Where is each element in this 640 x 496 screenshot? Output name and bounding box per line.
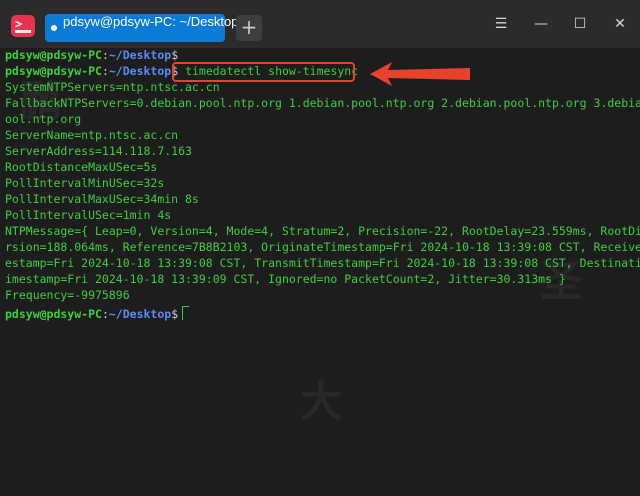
prompt-dollar: $ <box>171 307 179 321</box>
output-line: NTPMessage={ Leap=0, Version=4, Mode=4, … <box>5 224 640 238</box>
text-cursor <box>182 306 190 320</box>
output-line: SystemNTPServers=ntp.ntsc.ac.cn <box>5 80 220 94</box>
output-line: ServerAddress=114.118.7.163 <box>5 144 192 158</box>
output-line: PollIntervalUSec=1min 4s <box>5 208 172 222</box>
output-line: PollIntervalMinUSec=32s <box>5 176 165 190</box>
prompt-dollar: $ <box>171 48 179 62</box>
prompt-user: pdsyw@pdsyw-PC <box>5 307 102 321</box>
maximize-icon[interactable]: ☐ <box>570 16 590 36</box>
terminal-prompt-glyph: > <box>15 17 23 31</box>
watermark-decoration: 大 <box>300 377 343 426</box>
active-prompt-line: pdsyw@pdsyw-PC:~/Desktop$ <box>5 306 190 322</box>
tab-terminal[interactable]: pdsyw@pdsyw-PC: ~/Desktop <box>45 14 238 42</box>
tab-label: pdsyw@pdsyw-PC: ~/Desktop <box>63 14 239 29</box>
prompt-colon: : <box>101 48 109 62</box>
prompt-line: pdsyw@pdsyw-PC:~/Desktop$ <box>5 48 178 64</box>
command-highlight-box <box>172 62 355 82</box>
prompt-path: ~/Desktop <box>108 307 172 321</box>
prompt-user: pdsyw@pdsyw-PC <box>5 48 102 62</box>
output-line: Frequency=-9975896 <box>5 288 130 302</box>
terminal-window: > pdsyw@pdsyw-PC: ~/Desktop + ☰ — ☐ ✕ 鹏 … <box>0 0 640 496</box>
minimize-icon[interactable]: — <box>531 16 551 36</box>
output-line: ool.ntp.org <box>5 112 82 126</box>
output-line: estamp=Fri 2024-10-18 13:39:08 CST, Tran… <box>5 256 640 270</box>
terminal-icon[interactable]: > <box>11 15 35 37</box>
output-line: FallbackNTPServers=0.debian.pool.ntp.org… <box>5 96 640 110</box>
output-line: RootDistanceMaxUSec=5s <box>5 160 158 174</box>
tab-indicator-icon <box>51 25 57 31</box>
prompt-path: ~/Desktop <box>108 64 172 78</box>
prompt-path: ~/Desktop <box>108 48 172 62</box>
output-line: ServerName=ntp.ntsc.ac.cn <box>5 128 179 142</box>
output-line: rsion=188.064ms, Reference=7B8B2103, Ori… <box>5 240 640 254</box>
prompt-colon: : <box>101 64 109 78</box>
title-bar: > pdsyw@pdsyw-PC: ~/Desktop + ☰ — ☐ ✕ <box>0 0 640 48</box>
red-arrow-icon <box>370 62 470 86</box>
terminal-bar-glyph <box>15 30 31 33</box>
terminal-content[interactable]: 鹏 大 圣 pdsyw@pdsyw-PC:~/Desktop$ pdsyw@pd… <box>0 48 640 496</box>
prompt-user: pdsyw@pdsyw-PC <box>5 64 102 78</box>
prompt-colon: : <box>101 307 109 321</box>
output-line: imestamp=Fri 2024-10-18 13:39:09 CST, Ig… <box>5 272 566 286</box>
close-icon[interactable]: ✕ <box>610 16 630 36</box>
output-line: PollIntervalMaxUSec=34min 8s <box>5 192 199 206</box>
new-tab-button[interactable]: + <box>236 15 262 41</box>
hamburger-menu-icon[interactable]: ☰ <box>491 16 511 36</box>
